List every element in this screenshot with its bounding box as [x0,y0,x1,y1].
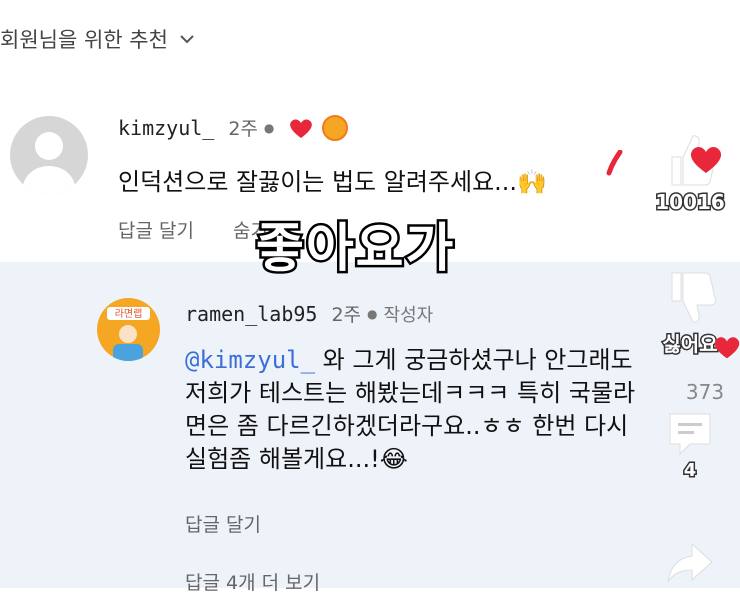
mention-link[interactable]: @kimzyul_ [185,346,315,374]
comment-icon [669,413,711,456]
view-more-replies[interactable]: 답글 4개 더 보기 [185,568,320,595]
reply-header: ramen_lab95 2주 ● 작성자 [185,300,433,327]
share-button[interactable] [640,540,740,584]
brand-logo-text: 라면랩 [115,308,143,320]
thumbs-down-icon [671,272,717,323]
reply-button[interactable]: 답글 달기 [118,216,194,243]
reply-author[interactable]: ramen_lab95 [185,302,317,326]
separator-dot: ● [367,306,378,321]
like-count: 10016 [654,189,727,216]
brand-logo-icon: 라면랩 [107,307,150,361]
comment-count: 4 [682,459,698,483]
user-avatar[interactable] [10,116,88,194]
share-icon [667,542,713,583]
creator-avatar [322,114,349,141]
default-avatar-icon [23,132,75,194]
reply-item: 라면랩 ramen_lab95 2주 ● 작성자 @kimzyul_ 와 그게 … [0,262,740,594]
reply-text: @kimzyul_ 와 그게 궁금하셨구나 안그래도 저희가 테스트는 해봤는데… [185,344,645,476]
creator-avatar[interactable]: 라면랩 [97,298,160,361]
reply-button[interactable]: 답글 달기 [185,510,261,537]
creator-heart-icon [290,119,313,138]
recommendation-title[interactable]: 회원님을 위한 추천 [0,24,168,54]
top-bar[interactable]: 회원님을 위한 추천 [0,22,194,56]
reply-time: 2주 [331,304,362,326]
heart-icon [690,147,722,173]
comment-author[interactable]: kimzyul_ [118,116,214,140]
comment-text: 인덕션으로 잘끓이는 법도 알려주세요...🙌 [118,168,547,196]
creator-badge: 작성자 [383,304,434,326]
comment-time: 2주 [228,118,258,140]
overlay-caption: 좋아요가 [253,217,456,282]
comment-header: kimzyul_ 2주 ● [118,114,349,141]
red-brush-mark [606,150,623,176]
separator-dot: ● [263,120,275,135]
chevron-down-icon[interactable] [180,32,194,46]
heart-icon [714,337,740,359]
dislike-count: 373 [685,380,725,404]
comment-button[interactable]: 4 [640,408,740,483]
